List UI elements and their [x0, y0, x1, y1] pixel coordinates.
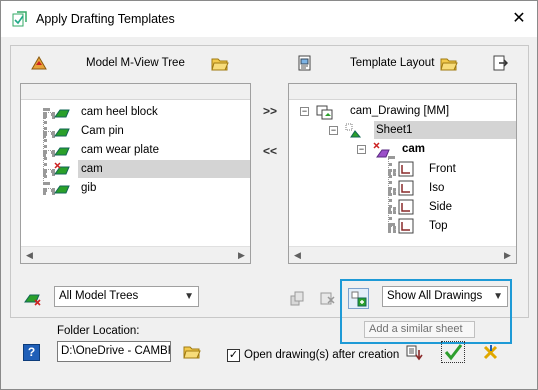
model-mview-icon	[54, 147, 70, 156]
open-folder-icon[interactable]	[440, 56, 458, 71]
view-node-label[interactable]: Top	[429, 217, 448, 235]
view-node-label[interactable]: Side	[429, 198, 452, 216]
remove-from-layout-button[interactable]: <<	[263, 144, 277, 158]
drawing-node-label[interactable]: cam_Drawing [MM]	[350, 102, 449, 120]
drafting-template-icon	[12, 11, 27, 27]
template-layout-icon	[298, 55, 311, 71]
collapse-toggle-icon[interactable]: −	[329, 122, 342, 140]
save-template-icon[interactable]	[406, 345, 424, 361]
tree-connector	[43, 108, 47, 185]
model-tree-item[interactable]: cam	[78, 160, 250, 178]
horizontal-scrollbar[interactable]: ◀ ▶	[21, 246, 250, 263]
add-to-layout-button[interactable]: >>	[263, 104, 277, 118]
view-icon	[398, 180, 414, 196]
scroll-right-icon[interactable]: ▶	[234, 248, 249, 263]
model-mview-tree[interactable]: ◀ ▶ cam heel block Cam pin cam wear plate c…	[20, 83, 251, 264]
collapse-toggle-icon[interactable]: −	[357, 141, 370, 159]
scroll-left-icon[interactable]: ◀	[22, 248, 37, 263]
collapse-toggle-icon[interactable]: −	[300, 103, 313, 121]
model-tree-icon	[31, 56, 47, 70]
model-tree-item[interactable]: cam wear plate	[78, 141, 159, 159]
open-drawings-checkbox[interactable]: ✓	[227, 349, 240, 362]
model-tree-header: Model M-View Tree	[86, 57, 185, 69]
model-tree-item[interactable]: gib	[78, 179, 96, 197]
sheet-icon	[345, 123, 361, 138]
model-tree-item[interactable]: Cam pin	[78, 122, 124, 140]
help-button[interactable]: ?	[23, 344, 40, 361]
checkmark-icon	[444, 344, 463, 361]
part-node-label[interactable]: cam	[402, 140, 425, 158]
model-mview-icon	[54, 128, 70, 137]
sheet-node-label[interactable]: Sheet1	[374, 121, 516, 139]
tree-header-bar	[289, 84, 516, 100]
scroll-left-icon[interactable]: ◀	[290, 248, 305, 263]
export-icon[interactable]	[492, 55, 508, 71]
chevron-down-icon: ▼	[184, 291, 194, 302]
cancel-icon[interactable]	[482, 344, 500, 361]
folder-location-input[interactable]: D:\OneDrive - CAMBR	[57, 341, 171, 362]
folder-location-label: Folder Location:	[57, 325, 140, 337]
tree-connector	[388, 226, 396, 230]
model-mview-icon	[54, 185, 70, 194]
template-layout-tree[interactable]: − cam_Drawing [MM] − Sheet1 − cam ◀ ▶ Fr…	[288, 83, 517, 264]
open-drawings-label: Open drawing(s) after creation	[244, 349, 400, 361]
view-icon	[398, 218, 414, 234]
tree-connector	[388, 156, 392, 226]
view-node-label[interactable]: Front	[429, 160, 456, 178]
tooltip: Add a similar sheet	[364, 321, 475, 338]
template-layout-header: Template Layout	[350, 57, 435, 69]
view-icon	[398, 199, 414, 215]
model-mview-unmapped-icon	[54, 162, 70, 175]
model-tree-filter-icon	[24, 294, 41, 306]
model-tree-filter-select[interactable]: All Model Trees ▼	[54, 286, 199, 307]
delete-sheet-icon[interactable]	[319, 291, 336, 306]
model-tree-item[interactable]: cam heel block	[78, 103, 158, 121]
tree-header-bar	[21, 84, 250, 100]
browse-folder-icon[interactable]	[183, 344, 201, 359]
view-icon	[398, 161, 414, 177]
copy-sheets-icon[interactable]	[289, 291, 305, 306]
scroll-right-icon[interactable]: ▶	[500, 248, 515, 263]
model-mview-icon	[54, 109, 70, 118]
ok-button[interactable]	[441, 341, 465, 363]
apply-drafting-templates-dialog: Apply Drafting Templates ✕ Model M-View …	[0, 0, 538, 390]
close-button[interactable]: ✕	[507, 7, 531, 31]
window-title: Apply Drafting Templates	[36, 12, 175, 26]
open-folder-icon[interactable]	[211, 56, 229, 71]
title-bar: Apply Drafting Templates ✕	[1, 1, 537, 37]
model-tree-filter-value: All Model Trees	[59, 290, 139, 302]
horizontal-scrollbar[interactable]: ◀ ▶	[289, 246, 516, 263]
drawing-icon	[316, 105, 333, 120]
view-node-label[interactable]: Iso	[429, 179, 444, 197]
